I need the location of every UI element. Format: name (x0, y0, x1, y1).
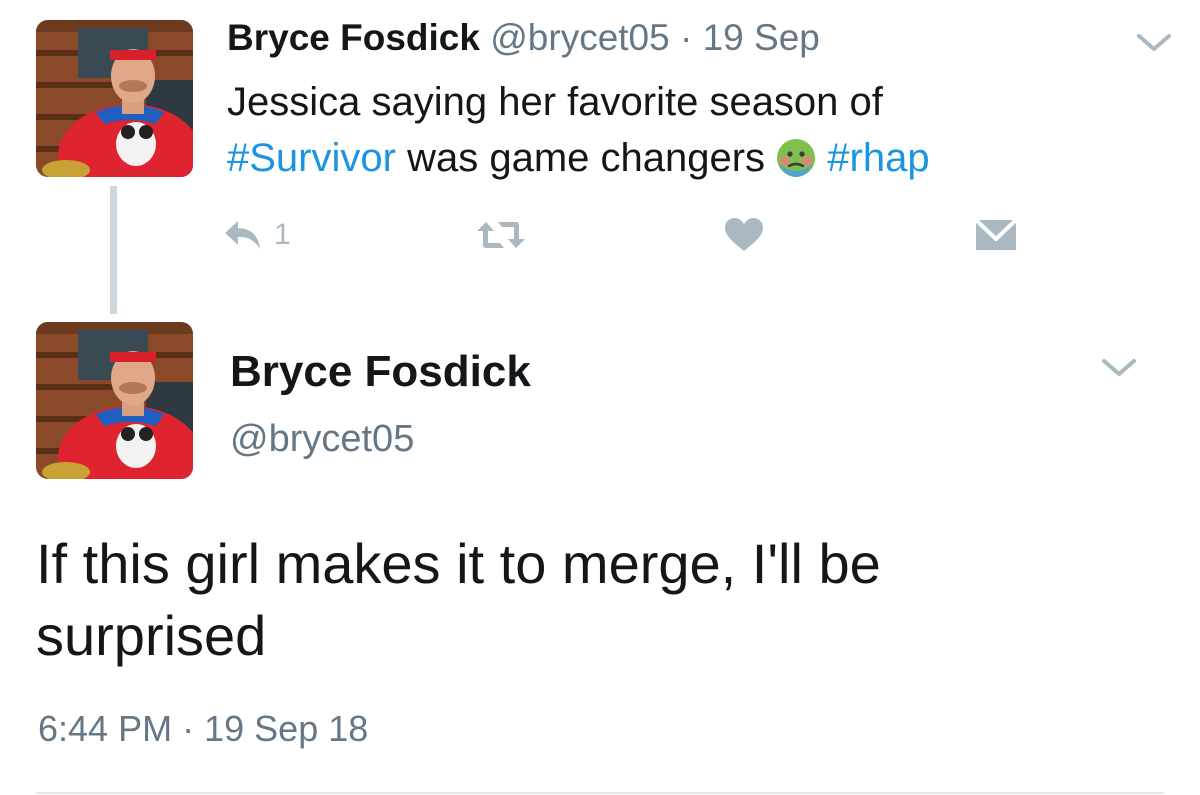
tweet-timestamp[interactable]: 6:44 PM · 19 Sep 18 (38, 705, 368, 753)
tweet-text: If this girl makes it to merge, I'll be … (36, 532, 881, 667)
chevron-down-icon[interactable] (1100, 356, 1138, 380)
tweet-date[interactable]: 19 Sep (703, 17, 820, 58)
divider (36, 792, 1164, 794)
tweet-action-bar: 1 (222, 210, 1042, 260)
tweet-text-part: Jessica saying her favorite season of (227, 80, 883, 124)
separator-dot: · (182, 708, 195, 749)
avatar[interactable] (36, 20, 193, 177)
tweet-time: 6:44 PM (38, 708, 173, 749)
tweet-date: 19 Sep 18 (204, 708, 369, 749)
nauseated-face-emoji-icon (776, 138, 816, 178)
avatar[interactable] (36, 322, 193, 479)
hashtag-survivor-link[interactable]: #Survivor (227, 136, 396, 180)
tweet-header: Bryce Fosdick @brycet05 · 19 Sep (227, 14, 820, 62)
retweet-icon (477, 222, 525, 248)
direct-message-button[interactable] (974, 210, 1018, 260)
author-name[interactable]: Bryce Fosdick (230, 344, 531, 400)
separator-dot: · (680, 17, 693, 58)
hashtag-rhap-link[interactable]: #rhap (827, 136, 929, 180)
like-icon (725, 218, 763, 251)
retweet-button[interactable] (474, 210, 528, 260)
chevron-down-icon[interactable] (1135, 31, 1173, 55)
direct-message-icon (974, 218, 1018, 250)
thread-connector-line (110, 186, 117, 314)
author-name[interactable]: Bryce Fosdick (227, 17, 480, 58)
author-handle[interactable]: @brycet05 (490, 17, 669, 58)
reply-button[interactable]: 1 (222, 210, 291, 260)
avatar-photo (36, 20, 193, 177)
author-handle[interactable]: @brycet05 (230, 414, 414, 464)
reply-icon (225, 221, 260, 249)
tweet-text: Jessica saying her favorite season of #S… (227, 74, 1127, 186)
avatar-photo (36, 322, 193, 479)
tweet-text-part: was game changers (407, 136, 766, 180)
reply-count: 1 (274, 218, 291, 251)
like-button[interactable] (724, 210, 764, 260)
